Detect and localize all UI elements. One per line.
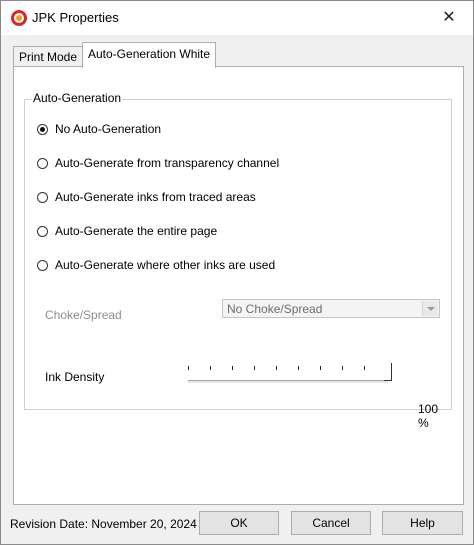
- ok-button[interactable]: OK: [199, 511, 279, 535]
- radio-button[interactable]: [37, 157, 48, 169]
- slider-tick: [188, 366, 189, 370]
- slider-tick: [364, 366, 365, 370]
- choke-spread-value: No Choke/Spread: [227, 302, 323, 316]
- radio-label: Auto-Generate where other inks are used: [55, 258, 276, 272]
- slider-tick: [298, 366, 299, 370]
- radio-button[interactable]: [37, 123, 48, 135]
- chevron-down-icon[interactable]: [422, 301, 438, 316]
- radio-transparency-channel[interactable]: Auto-Generate from transparency channel: [37, 155, 279, 171]
- radio-label: Auto-Generate inks from traced areas: [55, 190, 256, 204]
- radio-button[interactable]: [37, 225, 48, 237]
- radio-entire-page[interactable]: Auto-Generate the entire page: [37, 223, 217, 239]
- radio-other-inks[interactable]: Auto-Generate where other inks are used: [37, 257, 275, 273]
- slider-tick: [210, 366, 211, 370]
- title-bar: JPK Properties ✕: [1, 1, 473, 35]
- slider-tick: [342, 366, 343, 370]
- radio-label: Auto-Generate from transparency channel: [55, 156, 280, 170]
- slider-tick: [320, 366, 321, 370]
- cancel-button[interactable]: Cancel: [291, 511, 371, 535]
- tab-auto-generation-white[interactable]: Auto-Generation White: [82, 42, 217, 68]
- slider-tick: [232, 366, 233, 370]
- properties-dialog: JPK Properties ✕ Print Mode Auto-Generat…: [0, 0, 474, 545]
- tab-print-mode[interactable]: Print Mode: [13, 46, 84, 67]
- close-icon[interactable]: ✕: [437, 7, 461, 29]
- help-button[interactable]: Help: [382, 511, 463, 535]
- ink-density-value: 100 %: [418, 402, 439, 430]
- radio-button[interactable]: [37, 259, 48, 271]
- ink-density-slider[interactable]: [188, 360, 396, 396]
- radio-button[interactable]: [37, 191, 48, 203]
- slider-thumb[interactable]: [384, 363, 392, 384]
- radio-label: Auto-Generate the entire page: [55, 224, 218, 238]
- tab-panel: Auto-Generation No Auto-Generation Auto-…: [13, 66, 464, 505]
- choke-spread-label: Choke/Spread: [45, 308, 122, 322]
- auto-generation-group: Auto-Generation No Auto-Generation Auto-…: [24, 91, 452, 430]
- slider-tick: [254, 366, 255, 370]
- slider-tick: [276, 366, 277, 370]
- slider-track[interactable]: [188, 380, 388, 383]
- choke-spread-select[interactable]: No Choke/Spread: [222, 299, 440, 318]
- radio-label: No Auto-Generation: [55, 122, 162, 136]
- ink-density-label: Ink Density: [45, 370, 105, 384]
- group-label: Auto-Generation: [32, 91, 123, 105]
- window-title: JPK Properties: [32, 10, 119, 25]
- radio-traced-areas[interactable]: Auto-Generate inks from traced areas: [37, 189, 256, 205]
- revision-date: Revision Date: November 20, 2024: [10, 517, 197, 531]
- jpk-logo-icon: [11, 10, 27, 26]
- radio-no-auto-generation[interactable]: No Auto-Generation: [37, 121, 161, 137]
